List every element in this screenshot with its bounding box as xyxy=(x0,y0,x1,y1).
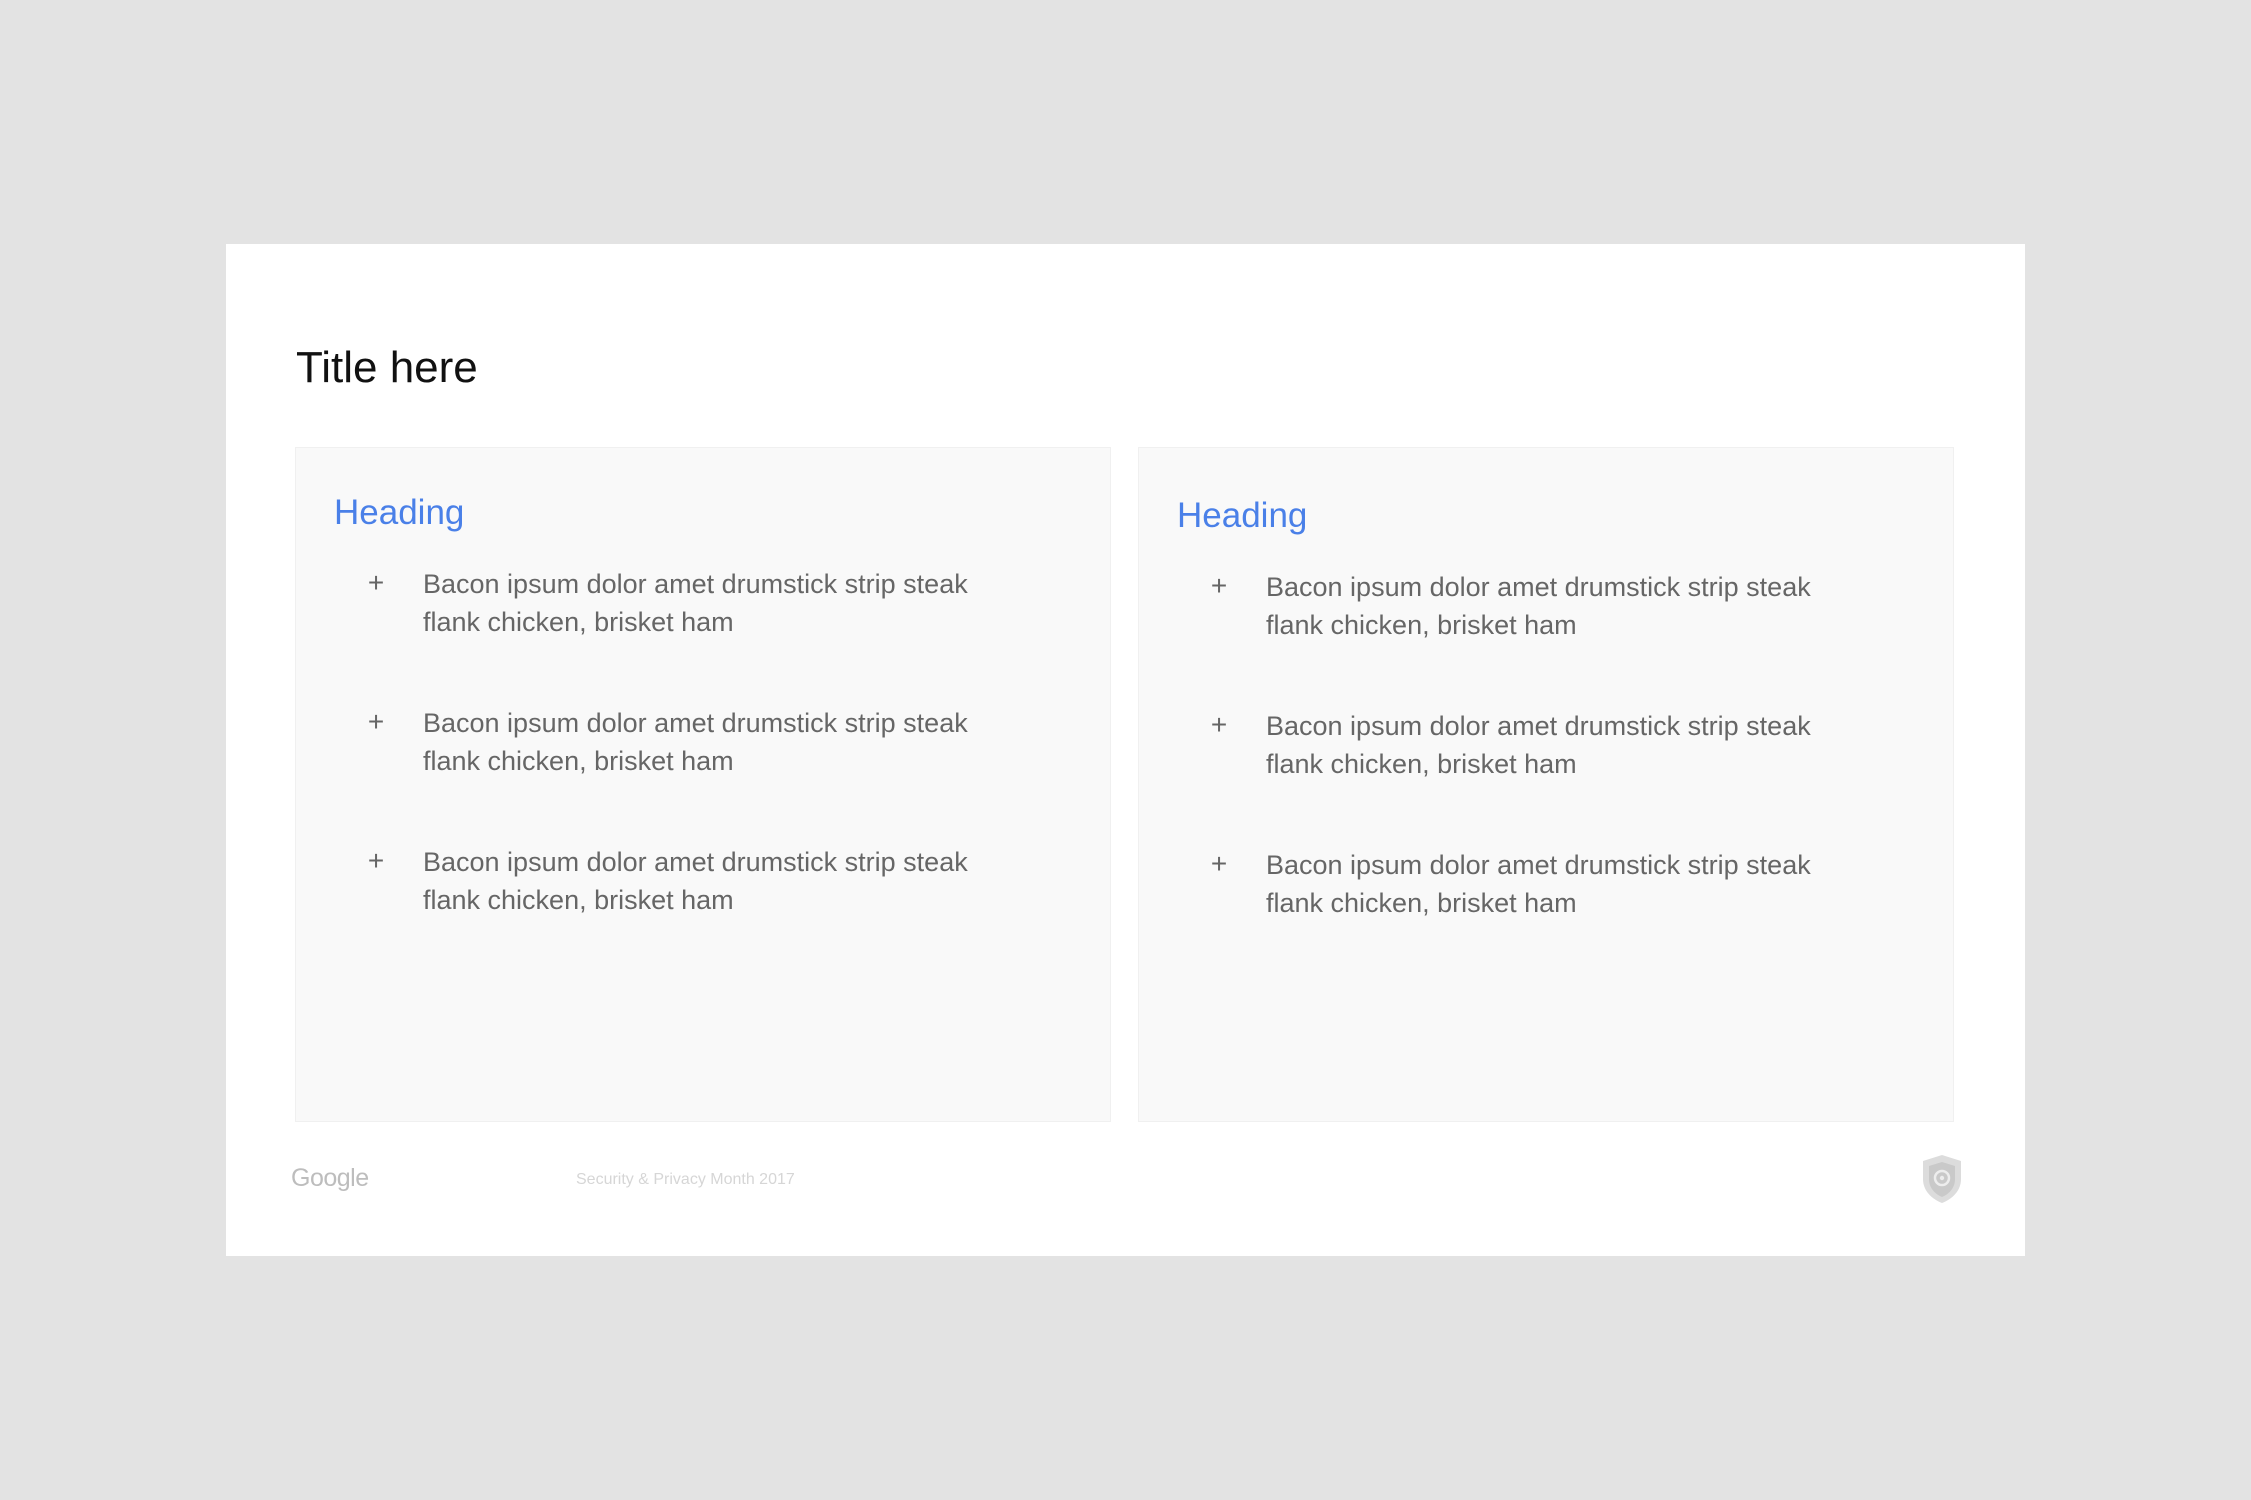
bullet-text: Bacon ipsum dolor amet drumstick strip s… xyxy=(1266,572,1811,640)
slide-title: Title here xyxy=(296,343,478,392)
plus-icon: + xyxy=(1210,848,1228,879)
plus-icon: + xyxy=(367,845,385,876)
bullet-text: Bacon ipsum dolor amet drumstick strip s… xyxy=(423,569,968,637)
card-heading: Heading xyxy=(334,493,465,532)
bullet-list: + Bacon ipsum dolor amet drumstick strip… xyxy=(1207,570,1847,991)
plus-icon: + xyxy=(367,706,385,737)
list-item: + Bacon ipsum dolor amet drumstick strip… xyxy=(364,706,1004,849)
plus-icon: + xyxy=(367,567,385,598)
bullet-text: Bacon ipsum dolor amet drumstick strip s… xyxy=(1266,711,1811,779)
list-item: + Bacon ipsum dolor amet drumstick strip… xyxy=(364,845,1004,988)
shield-icon xyxy=(1923,1155,1961,1203)
google-logo: Google xyxy=(291,1164,369,1192)
slide: Title here Heading + Bacon ipsum dolor a… xyxy=(226,244,2025,1256)
card-heading: Heading xyxy=(1177,496,1308,535)
list-item: + Bacon ipsum dolor amet drumstick strip… xyxy=(364,567,1004,710)
bullet-text: Bacon ipsum dolor amet drumstick strip s… xyxy=(1266,850,1811,918)
plus-icon: + xyxy=(1210,709,1228,740)
list-item: + Bacon ipsum dolor amet drumstick strip… xyxy=(1207,848,1847,991)
content-card-right: Heading + Bacon ipsum dolor amet drumsti… xyxy=(1138,447,1954,1122)
footer-caption: Security & Privacy Month 2017 xyxy=(576,1171,795,1188)
list-item: + Bacon ipsum dolor amet drumstick strip… xyxy=(1207,709,1847,852)
bullet-list: + Bacon ipsum dolor amet drumstick strip… xyxy=(364,567,1004,988)
bullet-text: Bacon ipsum dolor amet drumstick strip s… xyxy=(423,847,968,915)
bullet-text: Bacon ipsum dolor amet drumstick strip s… xyxy=(423,708,968,776)
content-card-left: Heading + Bacon ipsum dolor amet drumsti… xyxy=(295,447,1111,1122)
plus-icon: + xyxy=(1210,570,1228,601)
list-item: + Bacon ipsum dolor amet drumstick strip… xyxy=(1207,570,1847,713)
